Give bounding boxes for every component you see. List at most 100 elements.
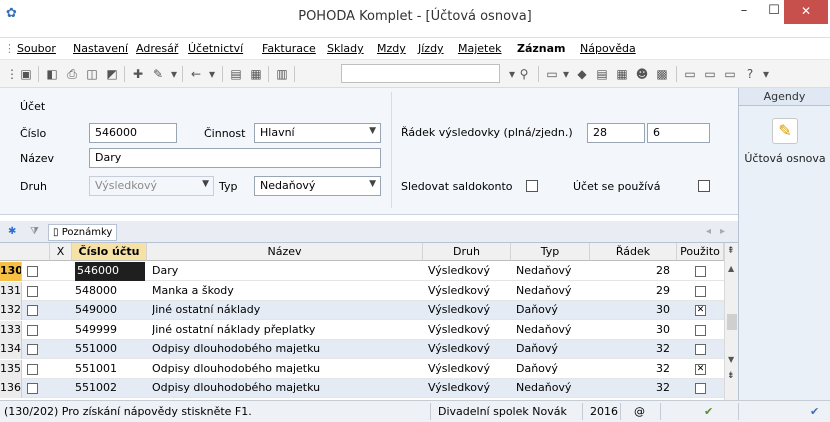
cell-nazev[interactable]: Manka a škody xyxy=(152,282,420,301)
row-number[interactable]: 135 xyxy=(0,359,22,379)
cell-pouzito-checkbox[interactable]: ✕ xyxy=(695,305,706,316)
scroll-up-icon[interactable]: ▲ xyxy=(728,264,734,273)
menu-zaznam[interactable]: Záznam xyxy=(517,42,566,55)
cell-pouzito-checkbox[interactable] xyxy=(695,324,706,336)
row-number[interactable]: 132 xyxy=(0,301,22,320)
status-ok-icon[interactable]: ✔ xyxy=(810,405,819,418)
cell-pouzito-checkbox[interactable] xyxy=(695,266,706,277)
table-row[interactable]: 133 549999 Jiné ostatní náklady přeplatky V… xyxy=(0,320,724,340)
list-icon[interactable]: ▤ xyxy=(594,66,610,82)
cell-typ[interactable]: Nedaňový xyxy=(516,262,588,281)
scroll-top-icon[interactable]: ⇞ xyxy=(727,246,735,256)
cell-nazev[interactable]: Odpisy dlouhodobého majetku xyxy=(152,360,420,379)
edit-dropdown-icon[interactable]: ▾ xyxy=(166,66,182,82)
row-select-checkbox[interactable] xyxy=(27,324,38,336)
col-header-cislo[interactable]: Číslo účtu xyxy=(72,243,147,261)
edit-icon[interactable]: ✎ xyxy=(150,66,166,82)
row-number[interactable]: 133 xyxy=(0,320,22,340)
cell-typ[interactable]: Daňový xyxy=(516,340,588,359)
cell-radek[interactable]: 30 xyxy=(592,321,670,340)
menu-jizdy[interactable]: Jízdy xyxy=(418,42,444,55)
users-icon[interactable]: ☻ xyxy=(634,66,650,82)
row-select-checkbox[interactable] xyxy=(27,305,38,316)
row-select-checkbox[interactable] xyxy=(27,266,38,277)
cell-cislo[interactable]: 549999 xyxy=(75,321,145,340)
back-icon[interactable]: ← xyxy=(188,66,204,82)
wizard-icon[interactable]: ◆ xyxy=(574,66,590,82)
table-row[interactable]: 134 551000 Odpisy dlouhodobého majetku Výsl… xyxy=(0,340,724,359)
menu-nastaveni[interactable]: Nastavení xyxy=(73,42,128,55)
cell-typ[interactable]: Daňový xyxy=(516,301,588,320)
cell-druh[interactable]: Výsledkový xyxy=(428,340,508,359)
help-dropdown-icon[interactable]: ▾ xyxy=(758,66,774,82)
cell-radek[interactable]: 32 xyxy=(592,340,670,359)
col-header-druh[interactable]: Druh xyxy=(423,243,511,261)
table-row[interactable]: 132 549000 Jiné ostatní náklady Výsledkový D… xyxy=(0,301,724,320)
help-icon[interactable]: ? xyxy=(742,66,758,82)
save-icon[interactable]: ▤ xyxy=(228,66,244,82)
cell-druh[interactable]: Výsledkový xyxy=(428,321,508,340)
scroll-bottom-icon[interactable]: ⇟ xyxy=(727,371,735,381)
row-select-checkbox[interactable] xyxy=(27,285,38,297)
window2-icon[interactable]: ▭ xyxy=(702,66,718,82)
table-row[interactable]: 131 548000 Manka a škody Výsledkový Nedaňový… xyxy=(0,281,724,301)
row-select-checkbox[interactable] xyxy=(27,363,38,375)
cinnost-select[interactable]: Hlavní ▼ xyxy=(254,123,381,143)
cell-cislo[interactable]: 549000 xyxy=(75,301,145,320)
menu-soubor[interactable]: Soubor xyxy=(17,42,56,55)
row-number[interactable]: 130 xyxy=(0,262,22,281)
window-icon[interactable]: ▭ xyxy=(682,66,698,82)
cell-typ[interactable]: Nedaňový xyxy=(516,282,588,301)
cell-nazev[interactable]: Jiné ostatní náklady xyxy=(152,301,420,320)
cell-typ[interactable]: Daňový xyxy=(516,360,588,379)
scroll-down-icon[interactable]: ▼ xyxy=(728,355,734,364)
col-header-radek[interactable]: Řádek xyxy=(590,243,677,261)
tab-scroll-right-icon[interactable]: ▸ xyxy=(720,224,725,241)
cell-nazev[interactable]: Dary xyxy=(152,262,420,281)
menu-fakturace[interactable]: Fakturace xyxy=(262,42,316,55)
cell-radek[interactable]: 28 xyxy=(592,262,670,281)
cell-typ[interactable]: Nedaňový xyxy=(516,321,588,340)
folder-dropdown-icon[interactable]: ▾ xyxy=(558,66,574,82)
cell-cislo[interactable]: 551000 xyxy=(75,340,145,359)
table-row[interactable]: 136 551002 Odpisy dlouhodobého majetku Výsl… xyxy=(0,379,724,398)
calculator-icon[interactable]: ▣ xyxy=(18,66,34,82)
new-record-icon[interactable]: ✚ xyxy=(130,66,146,82)
at-icon[interactable]: @ xyxy=(634,405,645,418)
open-icon[interactable]: ◧ xyxy=(44,66,60,82)
row-number[interactable]: 136 xyxy=(0,379,22,398)
cislo-field[interactable]: 546000 xyxy=(89,123,177,143)
cell-cislo[interactable]: 551001 xyxy=(75,360,145,379)
cell-radek[interactable]: 29 xyxy=(592,282,670,301)
tab-scroll-left-icon[interactable]: ◂ xyxy=(706,224,711,241)
cell-nazev[interactable]: Jiné ostatní náklady přeplatky xyxy=(152,321,420,340)
cell-pouzito-checkbox[interactable] xyxy=(695,344,706,355)
tab-notes[interactable]: ▯ Poznámky xyxy=(48,224,118,241)
minimize-button[interactable]: – xyxy=(727,0,761,24)
cell-druh[interactable]: Výsledkový xyxy=(428,379,508,398)
agendy-item-label[interactable]: Účtová osnova xyxy=(739,152,830,165)
cell-typ[interactable]: Nedaňový xyxy=(516,379,588,398)
filter-icon[interactable]: ⚲ xyxy=(516,66,532,82)
col-header-x[interactable]: X xyxy=(50,243,72,261)
saldokonto-checkbox[interactable] xyxy=(526,180,538,192)
row-number[interactable]: 131 xyxy=(0,281,22,301)
delete-icon[interactable]: ▥ xyxy=(274,66,290,82)
col-header-nazev[interactable]: Název xyxy=(147,243,423,261)
calc-icon[interactable]: ▦ xyxy=(614,66,630,82)
cell-nazev[interactable]: Odpisy dlouhodobého majetku xyxy=(152,340,420,359)
cell-druh[interactable]: Výsledkový xyxy=(428,282,508,301)
grid-scrollbar[interactable]: ⇞ ▲ ▼ ⇟ xyxy=(724,243,738,400)
pouziva-checkbox[interactable] xyxy=(698,180,710,192)
cell-druh[interactable]: Výsledkový xyxy=(428,262,508,281)
preview-icon[interactable]: ◫ xyxy=(84,66,100,82)
cell-druh[interactable]: Výsledkový xyxy=(428,360,508,379)
quick-search-input[interactable] xyxy=(341,64,500,83)
cell-radek[interactable]: 30 xyxy=(592,301,670,320)
cell-pouzito-checkbox[interactable] xyxy=(695,285,706,297)
cell-cislo[interactable]: 546000 xyxy=(75,262,145,281)
scroll-thumb[interactable] xyxy=(727,314,737,330)
filter-icon[interactable]: ⧩ xyxy=(30,224,39,241)
chart-of-accounts-icon[interactable]: ✎ xyxy=(772,118,798,144)
row-select-checkbox[interactable] xyxy=(27,383,38,394)
